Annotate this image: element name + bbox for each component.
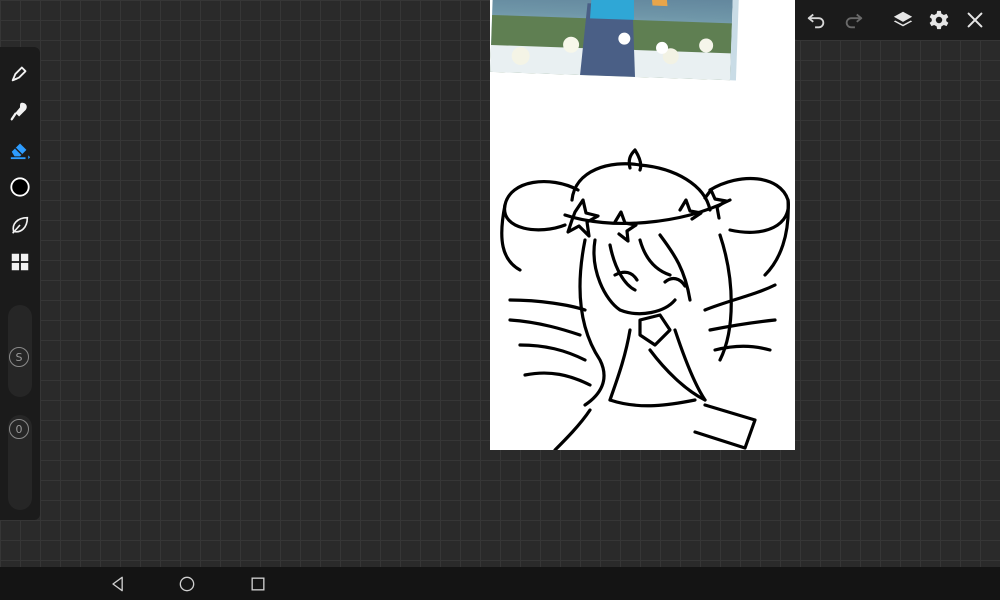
- grid-tool-button[interactable]: [6, 248, 34, 276]
- size-slider-thumb[interactable]: S: [9, 347, 29, 367]
- redo-icon: [845, 13, 863, 29]
- eraser-icon: [10, 143, 31, 160]
- settings-button[interactable]: [927, 8, 951, 32]
- redo-button[interactable]: [842, 8, 866, 32]
- drawing-canvas[interactable]: [490, 0, 795, 450]
- shape-tool-button[interactable]: [6, 211, 34, 239]
- color-swatch-icon: [10, 177, 30, 197]
- leaf-shape-icon: [12, 216, 29, 234]
- action-bar: [790, 0, 1000, 40]
- opacity-slider-thumb[interactable]: 0: [9, 419, 29, 439]
- back-button[interactable]: [107, 573, 129, 595]
- smudge-icon: [10, 102, 27, 121]
- size-slider-label: S: [15, 350, 23, 364]
- pen-tool-button[interactable]: [6, 59, 34, 87]
- size-slider[interactable]: S: [8, 305, 32, 397]
- color-picker-button[interactable]: [6, 173, 34, 201]
- close-button[interactable]: [963, 8, 987, 32]
- home-icon: [179, 576, 195, 592]
- layers-button[interactable]: [891, 8, 915, 32]
- undo-icon: [807, 13, 825, 29]
- system-nav-bar: [0, 567, 1000, 600]
- opacity-slider[interactable]: 0: [8, 415, 32, 510]
- settings-icon: [929, 10, 949, 30]
- home-button[interactable]: [176, 573, 198, 595]
- pen-icon: [11, 66, 27, 82]
- recents-icon: [251, 577, 265, 591]
- opacity-slider-label: 0: [15, 422, 23, 436]
- grid-icon: [11, 253, 29, 271]
- undo-button[interactable]: [804, 8, 828, 32]
- line-drawing: [500, 148, 790, 450]
- smudge-tool-button[interactable]: [6, 97, 34, 125]
- tool-sidebar: S 0: [0, 47, 40, 520]
- recents-button[interactable]: [247, 573, 269, 595]
- eraser-tool-button[interactable]: [6, 135, 34, 163]
- back-icon: [112, 576, 123, 592]
- close-icon: [967, 12, 983, 28]
- layers-icon: [893, 11, 913, 27]
